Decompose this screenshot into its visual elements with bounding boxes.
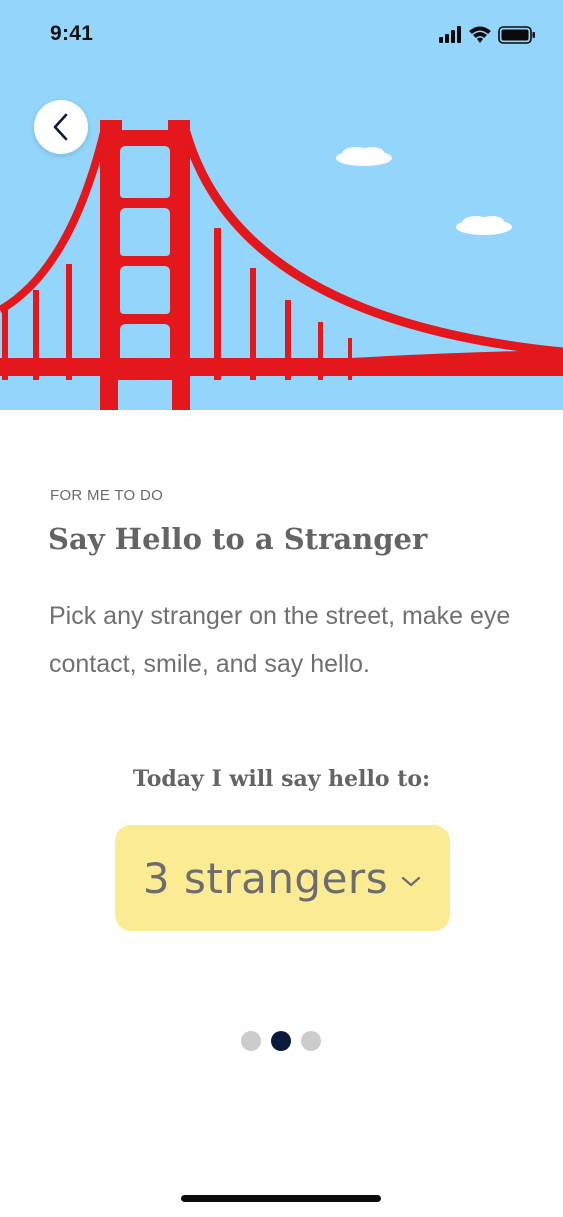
pagination-dots — [241, 1031, 321, 1051]
page-dot-3[interactable] — [301, 1031, 321, 1051]
page-dot-2[interactable] — [271, 1031, 291, 1051]
signal-icon — [439, 26, 461, 43]
battery-icon — [498, 26, 535, 44]
chevron-left-icon — [53, 113, 68, 141]
section-eyebrow: FOR ME TO DO — [50, 487, 164, 504]
home-indicator — [181, 1195, 381, 1202]
cloud-icon — [456, 216, 512, 235]
page-dot-1[interactable] — [241, 1031, 261, 1051]
page-title: Say Hello to a Stranger — [48, 522, 428, 556]
status-icons — [439, 24, 539, 46]
chevron-down-icon — [401, 876, 421, 887]
wifi-icon — [469, 26, 491, 43]
picker-prompt: Today I will say hello to: — [132, 766, 431, 792]
status-time: 9:41 — [50, 22, 94, 45]
cloud-icon — [336, 147, 392, 166]
status-bar: 9:41 — [0, 0, 563, 70]
back-button[interactable] — [34, 100, 88, 154]
picker-value: 3 strangers — [142, 853, 389, 903]
stranger-count-picker[interactable]: 3 strangers — [115, 825, 450, 931]
task-description: Pick any stranger on the street, make ey… — [49, 602, 511, 678]
